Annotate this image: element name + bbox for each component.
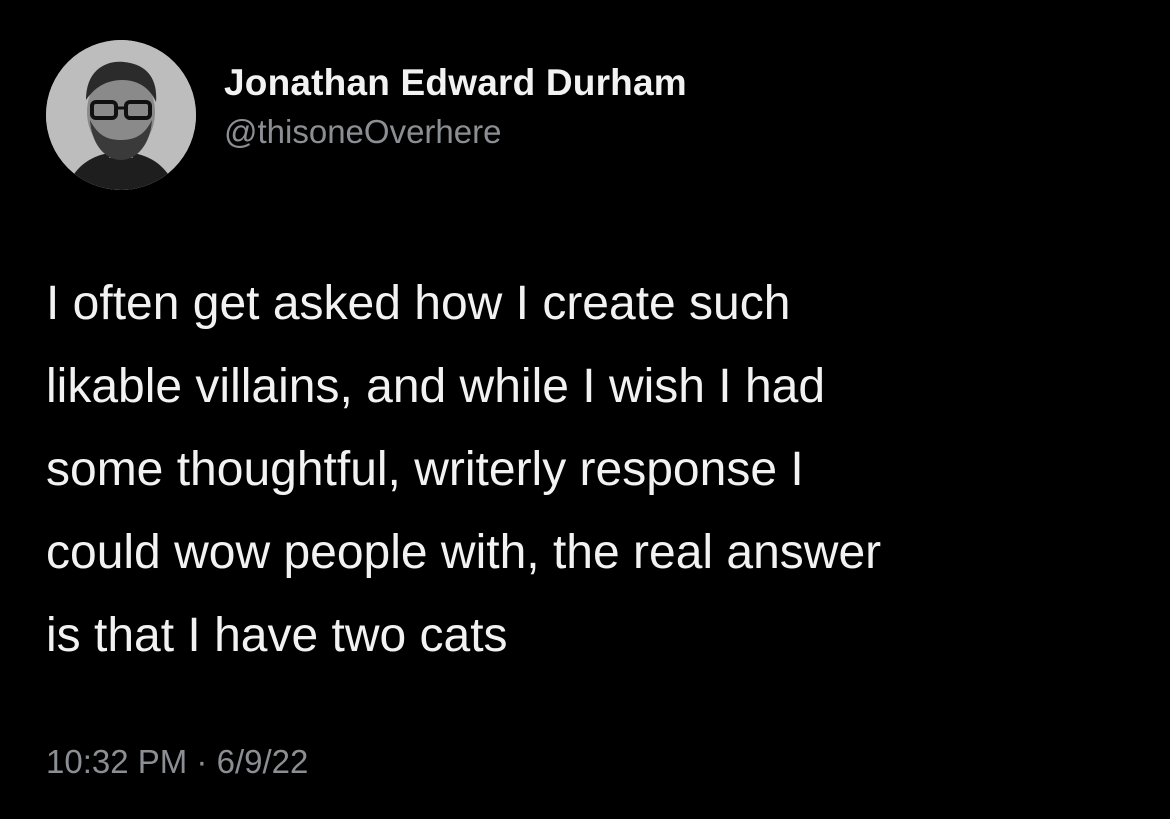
- meta-separator: ·: [196, 743, 208, 780]
- tweet-text-line: I often get asked how I create such: [46, 277, 791, 330]
- author-handle[interactable]: @thisoneOverhere: [224, 110, 687, 154]
- tweet-text-line: is that I have two cats: [46, 609, 508, 662]
- profile-photo-icon: [46, 40, 196, 190]
- tweet-text-line: some thoughtful, writerly response I: [46, 443, 804, 496]
- author-names: Jonathan Edward Durham @thisoneOverhere: [224, 60, 687, 154]
- tweet-header: Jonathan Edward Durham @thisoneOverhere: [46, 40, 687, 190]
- tweet-time: 10:32 PM: [46, 743, 188, 780]
- tweet-card: Jonathan Edward Durham @thisoneOverhere …: [0, 0, 1170, 819]
- author-display-name[interactable]: Jonathan Edward Durham: [224, 60, 687, 106]
- tweet-text-line: could wow people with, the real answer: [46, 526, 882, 579]
- tweet-timestamp[interactable]: 10:32 PM · 6/9/22: [46, 740, 308, 784]
- tweet-date: 6/9/22: [216, 743, 309, 780]
- tweet-text-line: likable villains, and while I wish I had: [46, 360, 826, 413]
- tweet-text: I often get asked how I create such lika…: [46, 262, 1146, 677]
- avatar[interactable]: [46, 40, 196, 190]
